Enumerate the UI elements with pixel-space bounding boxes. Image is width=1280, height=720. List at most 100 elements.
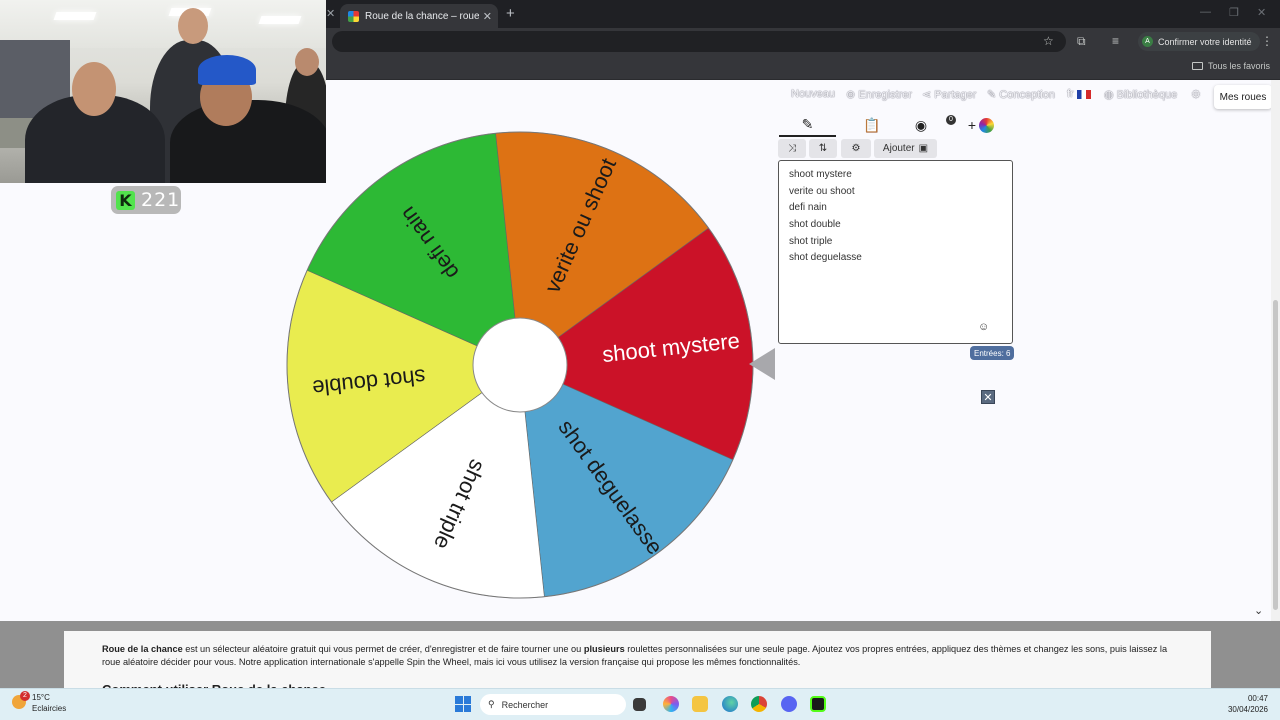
chevron-down-icon[interactable]: ⌄ <box>1254 604 1263 617</box>
wheel-pointer-icon <box>749 348 775 380</box>
new-tab-icon[interactable]: + <box>506 5 515 22</box>
entry-line[interactable]: defi nain <box>789 200 1002 217</box>
french-flag-icon <box>1076 89 1091 99</box>
entry-line[interactable]: shot double <box>789 217 1002 234</box>
webcam-overlay <box>0 0 326 183</box>
nav-conception-label: Conception <box>999 89 1055 101</box>
confirm-identity-label: Confirmer votre identité <box>1158 36 1252 47</box>
emoji-icon[interactable]: ☺ <box>978 321 989 333</box>
file-explorer-icon[interactable] <box>692 696 708 712</box>
gear-icon[interactable]: ⚙ <box>1191 88 1201 104</box>
eye-off-icon: ◉ <box>914 116 928 133</box>
nav-bibliotheque[interactable]: ◍ Bibliothèque <box>1104 88 1177 104</box>
nav-language[interactable]: fr <box>1067 88 1091 104</box>
clipboard-icon: 📋 <box>863 116 881 133</box>
scrollbar-thumb[interactable] <box>1273 300 1278 610</box>
person-head <box>178 8 208 44</box>
temperature: 15°C <box>32 693 50 702</box>
spin-wheel[interactable]: shoot mystereshot deguelasseshot triples… <box>280 125 760 605</box>
settings-icon: ⚙ <box>851 143 861 154</box>
entries-list: shoot mystere verite ou shoot defi nain sho… <box>789 167 1002 267</box>
brand-name: Roue de la chance <box>102 644 183 654</box>
task-view-icon[interactable] <box>633 698 646 711</box>
address-bar[interactable] <box>332 31 1066 52</box>
nav-enregistrer-label: Enregistrer <box>858 89 913 101</box>
results-count-badge: 0 <box>946 115 956 125</box>
copilot-icon[interactable] <box>663 696 679 712</box>
entry-line[interactable]: verite ou shoot <box>789 184 1002 201</box>
shuffle-button[interactable]: ⤨ <box>778 139 806 158</box>
advanced-button[interactable]: ⚙ <box>841 139 871 158</box>
nav-partager-label: Partager <box>934 89 977 101</box>
description-text-1: est un sélecteur aléatoire gratuit qui v… <box>182 644 584 654</box>
taskbar-clock[interactable]: 00:47 30/04/2026 <box>1222 693 1268 715</box>
wheel-center-hub[interactable] <box>472 317 568 413</box>
nav-conception[interactable]: ✎ Conception <box>987 88 1055 104</box>
taskbar-search-placeholder: Rechercher <box>501 699 549 710</box>
windows-start-icon[interactable] <box>455 696 471 712</box>
search-icon: ⚲ <box>488 699 495 709</box>
entry-line[interactable]: shoot mystere <box>789 167 1002 184</box>
confirm-identity-button[interactable]: A Confirmer votre identité <box>1138 32 1260 51</box>
viewer-count-badge: K 221 <box>111 186 181 214</box>
discord-icon[interactable] <box>781 696 797 712</box>
chrome-icon[interactable] <box>751 696 767 712</box>
kick-app-icon[interactable] <box>810 696 826 712</box>
description-bold-word: plusieurs <box>583 644 625 654</box>
shuffle-icon: ⤨ <box>788 143 796 154</box>
add-image-button[interactable]: Ajouter ▣ <box>874 139 937 158</box>
language-label: fr <box>1067 88 1074 100</box>
entry-line[interactable]: shot triple <box>789 234 1002 251</box>
all-bookmarks-button[interactable]: Tous les favoris <box>1191 61 1270 71</box>
entries-count-badge: Entrées: 6 <box>970 346 1015 360</box>
bookmark-star-icon[interactable]: ☆ <box>1043 34 1054 48</box>
window-close-icon[interactable]: ✕ <box>1257 6 1266 19</box>
clock-date: 30/04/2026 <box>1227 705 1268 714</box>
tab-favicon-icon <box>348 10 359 22</box>
tab-add-wheel[interactable]: + <box>959 113 1003 137</box>
nav-bibliotheque-label: Bibliothèque <box>1116 89 1178 101</box>
previous-tab-close-icon[interactable]: ✕ <box>326 7 335 20</box>
weather-condition: Eclaircies <box>32 704 67 713</box>
image-icon: ▣ <box>918 143 929 154</box>
restore-icon[interactable]: ❐ <box>1229 6 1239 19</box>
viewer-count: 221 <box>141 189 181 211</box>
nav-enregistrer[interactable]: ⊚ Enregistrer <box>846 88 912 104</box>
color-wheel-icon <box>979 117 995 133</box>
sort-button[interactable]: ⇅ <box>809 139 837 158</box>
description-card: Roue de la chance est un sélecteur aléat… <box>64 631 1211 688</box>
mes-roues-button[interactable]: Mes roues <box>1214 85 1272 109</box>
clock-time: 00:47 <box>1247 694 1268 703</box>
taskbar-search[interactable]: ⚲ Rechercher <box>480 694 626 715</box>
tab-hidden[interactable]: ◉ <box>904 113 938 137</box>
edge-icon[interactable] <box>722 696 738 712</box>
person-head <box>72 62 116 116</box>
screen: ✕ Roue de la chance – roue aléat ✕ + — ❐… <box>0 0 1280 720</box>
close-icon[interactable]: ✕ <box>981 390 995 404</box>
tab-title: Roue de la chance – roue aléat <box>365 10 479 22</box>
blue-cap <box>198 55 256 85</box>
reading-list-icon[interactable]: ≡ <box>1112 34 1119 48</box>
more-menu-icon[interactable]: ⋮ <box>1261 34 1273 48</box>
entry-line[interactable]: shot deguelasse <box>789 250 1002 267</box>
nav-partager[interactable]: ⋖ Partager <box>922 88 976 104</box>
extensions-icon[interactable]: ⧉ <box>1077 34 1086 49</box>
profile-avatar-icon: A <box>1142 36 1153 47</box>
minimize-icon[interactable]: — <box>1200 6 1211 18</box>
weather-notification-badge: 2 <box>20 691 30 701</box>
plus-icon: + <box>967 117 977 133</box>
entries-textarea[interactable]: shoot mystere verite ou shoot defi nain sho… <box>778 160 1013 344</box>
ceiling-light <box>258 16 302 24</box>
kick-logo-icon: K <box>116 190 135 210</box>
person-head <box>295 48 319 76</box>
all-bookmarks-label: Tous les favoris <box>1207 61 1270 71</box>
tab-edit[interactable]: ✎ <box>779 113 836 137</box>
browser-tab-active[interactable]: Roue de la chance – roue aléat ✕ <box>340 4 498 28</box>
tab-close-icon[interactable]: ✕ <box>483 10 492 23</box>
tab-results[interactable]: 📋 0 <box>852 113 956 137</box>
editor-tabs: ✎ 📋 0 ◉ + <box>779 113 1009 137</box>
add-image-label: Ajouter <box>882 143 915 154</box>
weather-widget[interactable]: 2 15°C Eclaircies <box>12 691 67 714</box>
nav-nouveau[interactable]: Nouveau <box>791 88 835 104</box>
pencil-icon: ✎ <box>801 115 814 132</box>
